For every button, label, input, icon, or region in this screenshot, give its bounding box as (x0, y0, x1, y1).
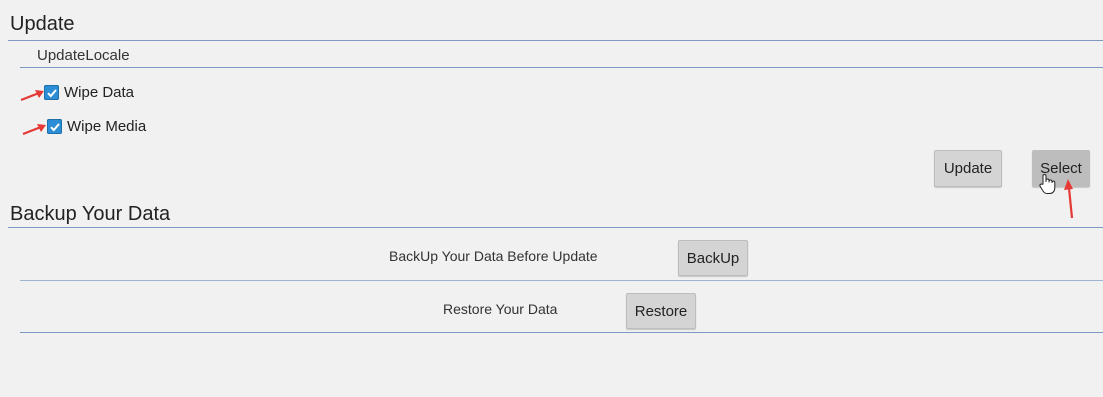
update-locale-divider (20, 67, 1103, 68)
restore-description: Restore Your Data (443, 301, 558, 317)
update-title-divider (8, 40, 1103, 41)
wipe-media-label: Wipe Media (67, 118, 147, 135)
backup-section-title: Backup Your Data (10, 203, 171, 225)
update-locale-label: UpdateLocale (37, 47, 130, 64)
red-arrow-icon (1064, 179, 1074, 219)
red-arrow-icon (20, 90, 44, 102)
update-button[interactable]: Update (934, 150, 1002, 187)
backup-description: BackUp Your Data Before Update (389, 248, 598, 264)
restore-row-divider (20, 332, 1103, 333)
wipe-data-checkbox[interactable]: Wipe Data (44, 84, 134, 101)
red-arrow-icon (22, 124, 46, 136)
hand-cursor-icon (1039, 174, 1056, 194)
update-section-title: Update (10, 13, 75, 35)
restore-button[interactable]: Restore (626, 293, 696, 329)
wipe-data-label: Wipe Data (64, 84, 135, 101)
check-icon (47, 119, 62, 134)
check-icon (44, 85, 59, 100)
backup-title-divider (8, 227, 1103, 228)
backup-button[interactable]: BackUp (678, 240, 748, 276)
wipe-media-checkbox[interactable]: Wipe Media (47, 118, 146, 135)
backup-row-divider (20, 280, 1103, 281)
